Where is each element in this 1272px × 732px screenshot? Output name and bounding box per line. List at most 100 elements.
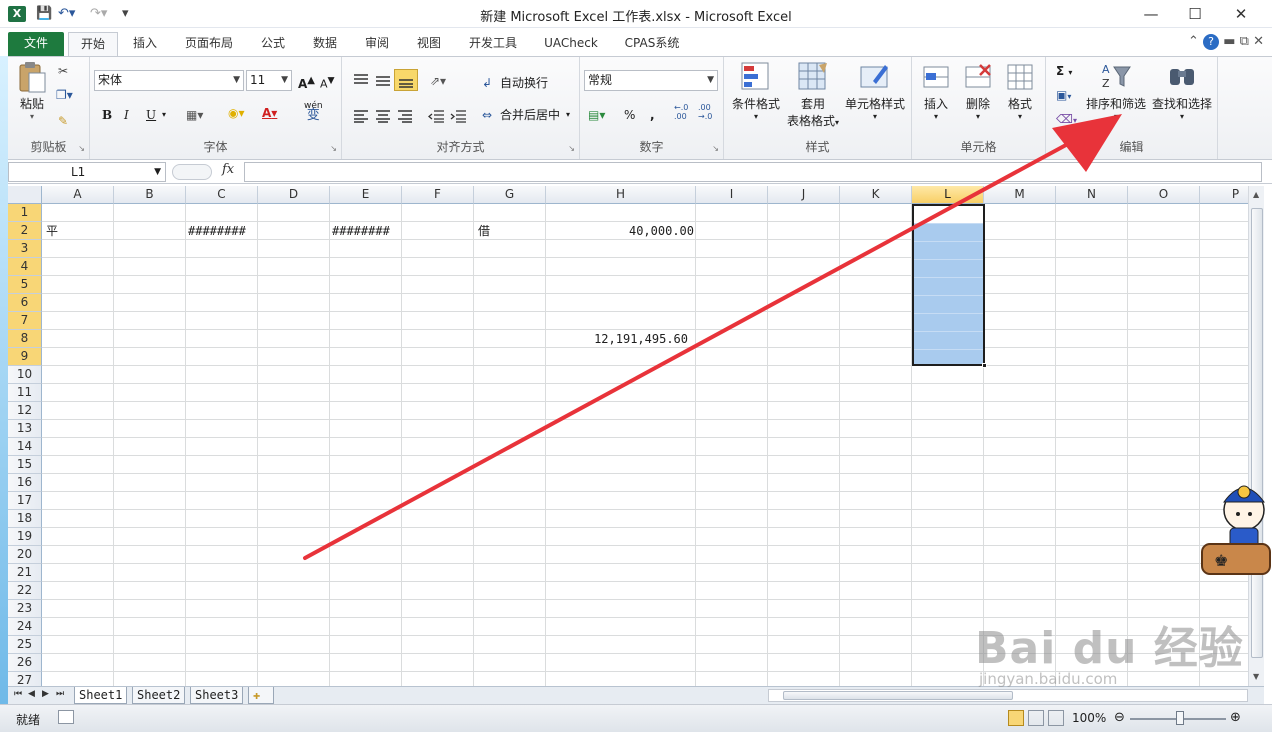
collapse-ribbon-icon[interactable]: ⌃	[1188, 34, 1199, 49]
sort-filter-button[interactable]: A Z 排序和筛选 ▾	[1084, 61, 1148, 121]
tab-page-layout[interactable]: 页面布局	[174, 32, 244, 56]
cell-E2[interactable]: ########	[332, 222, 390, 240]
cell-A2[interactable]: 平	[46, 222, 58, 240]
row-header-8[interactable]: 8	[8, 330, 42, 348]
next-sheet-icon[interactable]: ▶	[42, 689, 49, 699]
cell-C2[interactable]: ########	[188, 222, 246, 240]
align-middle-icon[interactable]	[374, 73, 392, 87]
font-launcher-icon[interactable]: ↘	[330, 144, 337, 153]
vertical-scroll-thumb[interactable]	[1251, 208, 1263, 658]
italic-button[interactable]: I	[124, 107, 129, 123]
row-header-22[interactable]: 22	[8, 582, 42, 600]
last-sheet-icon[interactable]: ⏭	[56, 689, 64, 699]
horizontal-scrollbar[interactable]	[768, 689, 1248, 702]
tab-home[interactable]: 开始	[68, 32, 118, 56]
minimize-button[interactable]: —	[1128, 0, 1174, 28]
worksheet-grid[interactable]: ABCDEFGHIJKLMNOP 1 2 3 4 5 6 7 8 9 10 11 12 13 14 15 16…	[8, 186, 1248, 686]
merge-center-icon[interactable]: ⇔	[482, 107, 492, 123]
tab-developer[interactable]: 开发工具	[458, 32, 528, 56]
copy-icon[interactable]: ❐▾	[56, 87, 73, 103]
page-break-view-icon[interactable]	[1048, 710, 1064, 726]
column-header-K[interactable]: K	[840, 186, 912, 204]
format-as-table-button[interactable]: 套用 表格格式▾	[782, 61, 844, 129]
cell-G2[interactable]: 借	[478, 222, 490, 240]
column-header-J[interactable]: J	[768, 186, 840, 204]
decrease-indent-icon[interactable]	[428, 109, 446, 123]
select-all-button[interactable]	[8, 186, 42, 204]
number-format-combo[interactable]: 常规 ▼	[584, 70, 718, 91]
tab-data[interactable]: 数据	[302, 32, 348, 56]
active-cell[interactable]	[914, 206, 983, 223]
row-header-3[interactable]: 3	[8, 240, 42, 258]
row-header-9[interactable]: 9	[8, 348, 42, 366]
insert-sheet-icon[interactable]: ✚	[248, 687, 274, 704]
merge-dropdown-icon[interactable]: ▾	[566, 107, 570, 123]
close-button[interactable]: ✕	[1218, 0, 1264, 28]
scroll-down-icon[interactable]: ▼	[1253, 672, 1259, 681]
row-header-27[interactable]: 27	[8, 672, 42, 686]
row-header-15[interactable]: 15	[8, 456, 42, 474]
clipboard-launcher-icon[interactable]: ↘	[78, 144, 85, 153]
alignment-launcher-icon[interactable]: ↘	[568, 144, 575, 153]
comma-button[interactable]: ,	[650, 107, 655, 123]
column-header-L[interactable]: L	[912, 186, 984, 204]
format-painter-icon[interactable]: ✎	[58, 113, 68, 129]
increase-indent-icon[interactable]	[450, 109, 468, 123]
delete-cells-button[interactable]: 删除 ▾	[958, 61, 998, 121]
fill-icon[interactable]: ▣▾	[1056, 87, 1071, 105]
row-header-19[interactable]: 19	[8, 528, 42, 546]
fill-handle[interactable]	[982, 363, 987, 368]
tab-uacheck[interactable]: UACheck	[534, 32, 608, 56]
clear-icon[interactable]: ⌫▾	[1056, 111, 1077, 129]
merge-center-button[interactable]: 合并后居中	[500, 107, 560, 123]
align-left-icon[interactable]	[352, 109, 370, 123]
paste-button[interactable]: 粘贴 ▾	[12, 61, 52, 121]
row-header-20[interactable]: 20	[8, 546, 42, 564]
row-header-17[interactable]: 17	[8, 492, 42, 510]
row-header-1[interactable]: 1	[8, 204, 42, 222]
accounting-format-icon[interactable]: ▤▾	[588, 107, 605, 123]
format-cells-button[interactable]: 格式 ▾	[1000, 61, 1040, 121]
normal-view-icon[interactable]	[1008, 710, 1024, 726]
column-header-A[interactable]: A	[42, 186, 114, 204]
row-header-4[interactable]: 4	[8, 258, 42, 276]
selected-range[interactable]	[912, 204, 985, 366]
percent-button[interactable]: %	[624, 107, 635, 123]
row-header-13[interactable]: 13	[8, 420, 42, 438]
row-header-2[interactable]: 2	[8, 222, 42, 240]
help-icon[interactable]: ?	[1203, 34, 1220, 50]
row-header-5[interactable]: 5	[8, 276, 42, 294]
tab-view[interactable]: 视图	[406, 32, 452, 56]
bold-button[interactable]: B	[102, 107, 112, 123]
row-header-25[interactable]: 25	[8, 636, 42, 654]
font-name-combo[interactable]: 宋体 ▼	[94, 70, 244, 91]
workbook-restore-icon[interactable]: ⧉	[1240, 34, 1249, 49]
column-header-H[interactable]: H	[546, 186, 696, 204]
zoom-out-icon[interactable]: ⊖	[1114, 710, 1125, 725]
first-sheet-icon[interactable]: ⏮	[14, 689, 22, 699]
align-center-icon[interactable]	[374, 109, 392, 123]
row-header-24[interactable]: 24	[8, 618, 42, 636]
find-select-button[interactable]: 查找和选择 ▾	[1150, 61, 1214, 121]
conditional-format-button[interactable]: 条件格式 ▾	[728, 61, 784, 121]
decrease-decimal-button[interactable]: .00 →.0	[698, 103, 712, 121]
align-bottom-button[interactable]	[394, 69, 418, 91]
autosum-button[interactable]: Σ ▾	[1056, 63, 1072, 81]
tab-formulas[interactable]: 公式	[250, 32, 296, 56]
insert-cells-button[interactable]: 插入 ▾	[916, 61, 956, 121]
row-header-16[interactable]: 16	[8, 474, 42, 492]
column-header-F[interactable]: F	[402, 186, 474, 204]
font-size-combo[interactable]: 11 ▼	[246, 70, 292, 91]
sheet-tab-sheet3[interactable]: Sheet3	[190, 687, 244, 704]
formula-input[interactable]	[244, 162, 1262, 182]
cut-icon[interactable]: ✂	[58, 63, 68, 79]
column-header-C[interactable]: C	[186, 186, 258, 204]
page-layout-view-icon[interactable]	[1028, 710, 1044, 726]
prev-sheet-icon[interactable]: ◀	[28, 689, 35, 699]
row-header-26[interactable]: 26	[8, 654, 42, 672]
macro-record-icon[interactable]	[58, 710, 74, 724]
insert-function-icon[interactable]: fx	[222, 162, 234, 177]
horizontal-scroll-thumb[interactable]	[783, 691, 1013, 700]
row-header-14[interactable]: 14	[8, 438, 42, 456]
border-icon[interactable]: ▦▾	[186, 107, 203, 123]
